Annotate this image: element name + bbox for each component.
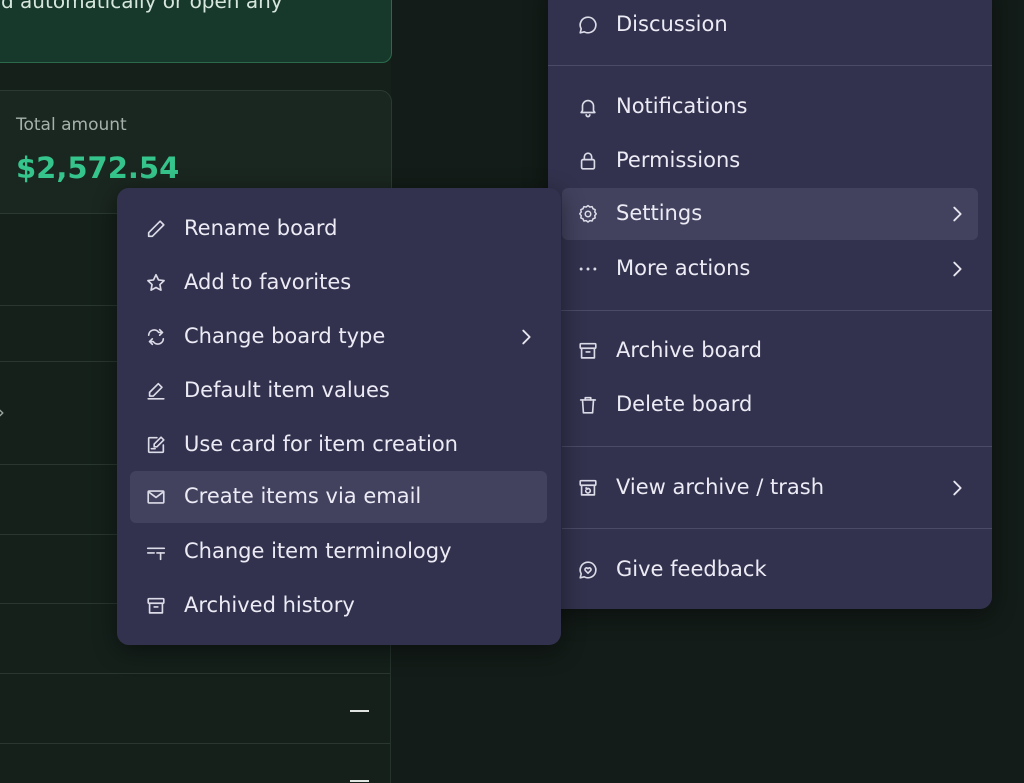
menu-item-label: Archive board (616, 338, 762, 362)
menu-item-label: Notifications (616, 94, 748, 118)
star-icon (145, 272, 167, 294)
submenu-item-archived-history[interactable]: Archived history (130, 580, 547, 632)
chevron-right-icon (946, 477, 968, 499)
archive-box-icon (577, 340, 599, 362)
menu-separator (548, 65, 992, 66)
archive-box-icon (145, 595, 167, 617)
menu-item-label: Discussion (616, 12, 728, 36)
menu-item-view-archive-trash[interactable]: View archive / trash (562, 462, 978, 514)
menu-item-label: Give feedback (616, 557, 767, 581)
menu-item-discussion[interactable]: Discussion (562, 0, 978, 51)
submenu-item-label: Create items via email (184, 484, 422, 508)
text-format-icon (145, 541, 167, 563)
menu-separator (562, 446, 992, 447)
menu-item-label: Settings (616, 201, 703, 225)
menu-item-label: More actions (616, 256, 751, 280)
ellipsis-icon (577, 258, 599, 280)
chevron-right-icon (515, 326, 537, 348)
submenu-item-label: Rename board (184, 216, 338, 240)
truncated-cell-text: › (0, 400, 5, 424)
submenu-item-label: Default item values (184, 378, 390, 402)
pencil-icon (145, 218, 167, 240)
menu-separator (562, 528, 992, 529)
chat-bubble-icon (577, 14, 599, 36)
info-banner-text: d automatically or open any (1, 0, 283, 13)
menu-item-label: Delete board (616, 392, 753, 416)
empty-value-dash (350, 780, 369, 782)
gear-icon (577, 203, 599, 225)
swap-arrows-icon (145, 326, 167, 348)
menu-item-more-actions[interactable]: More actions (562, 243, 978, 295)
table-row-divider (0, 743, 390, 744)
archive-view-icon (577, 477, 599, 499)
submenu-item-label: Use card for item creation (184, 432, 458, 456)
submenu-item-use-card-for-item-creation[interactable]: Use card for item creation (130, 419, 547, 471)
chevron-right-icon (946, 203, 968, 225)
feedback-heart-icon (577, 559, 599, 581)
trash-icon (577, 394, 599, 416)
settings-submenu: Rename board Add to favorites Change boa… (117, 188, 561, 645)
empty-value-dash (350, 710, 369, 712)
submenu-item-label: Change board type (184, 324, 386, 348)
submenu-item-label: Add to favorites (184, 270, 352, 294)
submenu-item-change-item-terminology[interactable]: Change item terminology (130, 526, 547, 578)
menu-item-delete-board[interactable]: Delete board (562, 379, 978, 431)
bell-icon (577, 96, 599, 118)
submenu-item-label: Change item terminology (184, 539, 452, 563)
submenu-item-label: Archived history (184, 593, 355, 617)
menu-item-settings[interactable]: Settings (562, 188, 978, 240)
menu-item-label: View archive / trash (616, 475, 825, 499)
menu-item-label: Permissions (616, 148, 741, 172)
menu-item-archive-board[interactable]: Archive board (562, 325, 978, 377)
submenu-item-rename-board[interactable]: Rename board (130, 203, 547, 255)
menu-item-give-feedback[interactable]: Give feedback (562, 544, 978, 596)
pencil-line-icon (145, 380, 167, 402)
edit-card-icon (145, 434, 167, 456)
total-amount-value: $2,572.54 (16, 151, 180, 185)
chevron-right-icon (946, 258, 968, 280)
menu-item-notifications[interactable]: Notifications (562, 81, 978, 133)
submenu-item-add-to-favorites[interactable]: Add to favorites (130, 257, 547, 309)
lock-icon (577, 150, 599, 172)
submenu-item-default-item-values[interactable]: Default item values (130, 365, 547, 417)
menu-item-permissions[interactable]: Permissions (562, 135, 978, 187)
menu-separator (548, 310, 992, 311)
submenu-item-create-items-via-email[interactable]: Create items via email (130, 471, 547, 523)
total-amount-label: Total amount (16, 115, 127, 135)
envelope-icon (145, 486, 167, 508)
board-options-menu: Discussion Notifications Permissions Set… (548, 0, 992, 609)
info-banner: d automatically or open any (0, 0, 392, 63)
table-row-divider (0, 673, 390, 674)
submenu-item-change-board-type[interactable]: Change board type (130, 311, 547, 363)
